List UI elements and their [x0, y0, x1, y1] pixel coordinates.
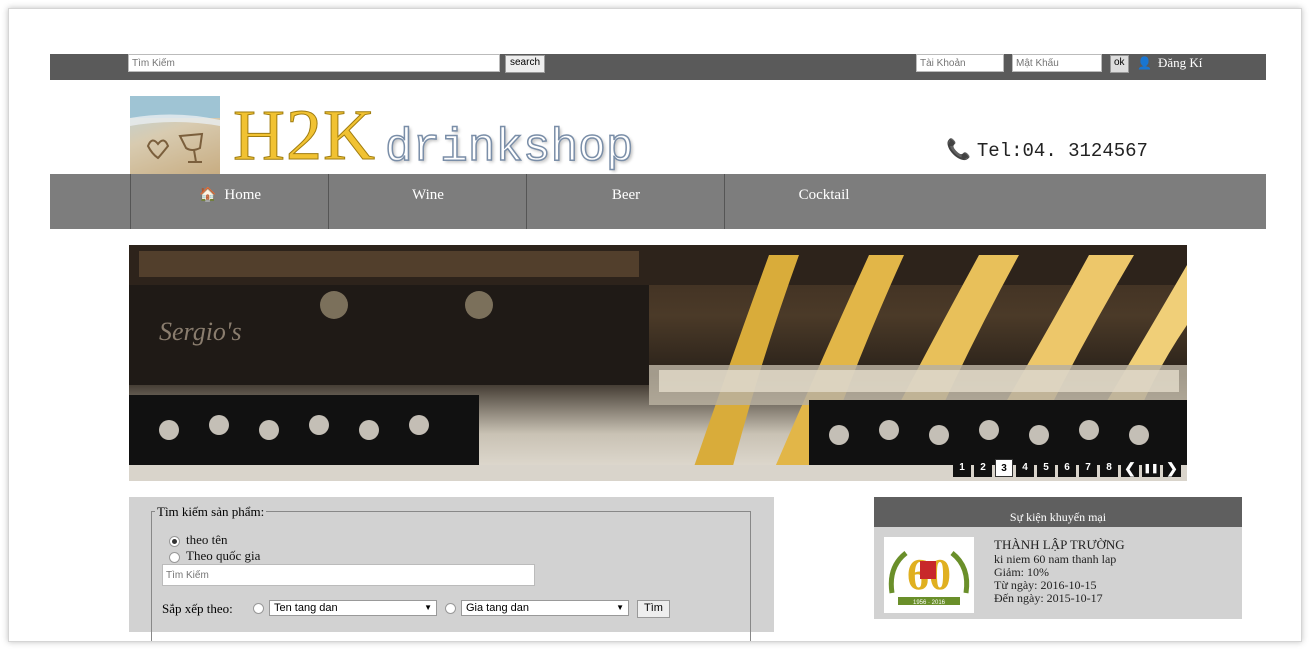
radio-by-country-dot[interactable] — [169, 551, 180, 563]
slide-page-1[interactable]: 1 — [953, 459, 971, 477]
slide-prev-icon[interactable]: ❮ — [1121, 459, 1139, 477]
logo-beach-image — [130, 96, 220, 174]
anniversary-badge-image[interactable]: 60 1956 · 2016 — [884, 537, 974, 613]
slide-page-5[interactable]: 5 — [1037, 459, 1055, 477]
radio-by-name-dot[interactable] — [169, 535, 180, 547]
sort-name-radio[interactable] — [253, 603, 264, 614]
slide-page-8[interactable]: 8 — [1100, 459, 1118, 477]
radio-by-country-label: Theo quốc gia — [186, 548, 261, 563]
login-ok-button[interactable]: ok — [1110, 55, 1129, 73]
phone-number: Tel:04. 3124567 — [976, 140, 1148, 162]
nav-item-cocktail[interactable]: Cocktail — [724, 174, 923, 229]
slide-page-7[interactable]: 7 — [1079, 459, 1097, 477]
slideshow-pager: 1 2 3 4 5 6 7 8 ❮ ❚❚ ❯ — [953, 459, 1181, 477]
main-nav: 🏠 Home Wine Beer Cocktail — [50, 174, 1266, 229]
user-icon: 👤 — [1137, 56, 1152, 70]
sign-text: Sergio's — [159, 317, 242, 346]
phone-icon: 📞 — [946, 140, 971, 163]
slide-page-2[interactable]: 2 — [974, 459, 992, 477]
top-search-input[interactable] — [128, 54, 500, 72]
slide-pause-icon[interactable]: ❚❚ — [1142, 459, 1160, 477]
slide-page-4[interactable]: 4 — [1016, 459, 1034, 477]
chevron-down-icon: ▼ — [424, 603, 432, 612]
sort-price-value: Gia tang dan — [466, 602, 529, 614]
logo-drinkshop-text: drinkshop — [384, 121, 634, 175]
nav-item-beer[interactable]: Beer — [526, 174, 725, 229]
account-input[interactable] — [916, 54, 1004, 72]
promotion-title[interactable]: THÀNH LẬP TRƯỜNG — [994, 537, 1125, 553]
product-search-panel: Tìm kiếm sản phẩm: theo tên Theo quốc gi… — [129, 497, 774, 641]
slide-page-3[interactable]: 3 — [995, 459, 1013, 477]
chevron-down-icon: ▼ — [616, 603, 624, 612]
register-link[interactable]: 👤 Đăng Kí — [1137, 54, 1202, 72]
sort-name-value: Ten tang dan — [274, 602, 338, 614]
nav-item-home[interactable]: 🏠 Home — [130, 174, 329, 229]
sort-price-select[interactable]: Gia tang dan ▼ — [461, 600, 629, 616]
sort-name-select[interactable]: Ten tang dan ▼ — [269, 600, 437, 616]
page-frame: search ok 👤 Đăng Kí H2K drinkshop 📞Tel:04… — [8, 8, 1302, 642]
promotion-end-date: Đến ngày: 2015-10-17 — [994, 591, 1103, 605]
logo-h2k-text: H2K — [233, 95, 376, 176]
slide-next-icon[interactable]: ❯ — [1163, 459, 1181, 477]
radio-by-name-label: theo tên — [186, 532, 228, 547]
product-search-legend: Tìm kiếm sản phẩm: — [155, 504, 267, 520]
promotion-header: Sự kiện khuyến mại — [874, 497, 1242, 527]
top-bar: search ok 👤 Đăng Kí — [50, 54, 1266, 80]
sort-label: Sắp xếp theo: — [162, 601, 233, 616]
promotion-panel: Sự kiện khuyến mại 60 1956 · 2016 THÀNH … — [874, 497, 1242, 619]
nav-item-wine[interactable]: Wine — [328, 174, 527, 229]
badge-years: 1956 · 2016 — [913, 600, 946, 606]
sort-price-radio[interactable] — [445, 603, 456, 614]
bar-interior-image: Sergio's — [129, 245, 1187, 481]
register-label: Đăng Kí — [1157, 55, 1203, 70]
phone-contact: 📞 Tel:04. 3124567 — [946, 137, 1148, 163]
hero-slideshow: Sergio's 1 2 3 4 5 6 7 8 ❮ ❚❚ ❯ — [129, 245, 1187, 481]
product-search-input[interactable] — [162, 564, 535, 586]
find-button[interactable]: Tìm — [637, 600, 670, 618]
nav-home-label: Home — [224, 187, 262, 203]
radio-by-name[interactable]: theo tên — [169, 533, 228, 547]
home-icon: 🏠 — [198, 188, 217, 203]
slide-page-6[interactable]: 6 — [1058, 459, 1076, 477]
password-input[interactable] — [1012, 54, 1102, 72]
radio-by-country[interactable]: Theo quốc gia — [169, 549, 260, 563]
search-button[interactable]: search — [505, 55, 546, 73]
